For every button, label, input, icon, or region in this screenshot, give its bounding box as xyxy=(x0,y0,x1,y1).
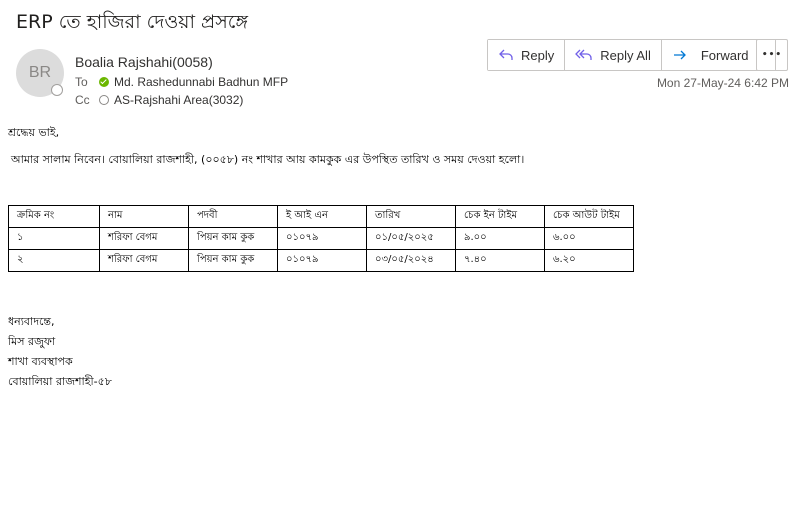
header-cell: নাম xyxy=(99,205,189,228)
cc-recipient[interactable]: AS-Rajshahi Area(3032) xyxy=(114,93,243,107)
table-cell: ০৩/০৫/২০২৪ xyxy=(366,249,456,272)
email-subject: ERP তে হাজিরা দেওয়া প্রসঙ্গে xyxy=(16,11,249,33)
cc-label: Cc xyxy=(75,93,90,107)
avatar-initials: BR xyxy=(28,64,52,81)
table-header-row: ক্রমিক নং নাম পদবী ই আই এন তারিখ চেক ইন … xyxy=(8,205,634,228)
to-row: To Md. Rashedunnabi Badhun MFP xyxy=(75,75,288,89)
signature-name: মিস রজুফা xyxy=(8,335,56,348)
cc-row: Cc AS-Rajshahi Area(3032) xyxy=(75,93,243,107)
table-cell: ৭.৪০ xyxy=(455,249,545,272)
table-cell: ১ xyxy=(8,227,100,250)
reply-icon xyxy=(499,49,513,60)
email-body: শ্রদ্ধেয় ভাই, আমার সালাম নিবেন। বোয়ালি… xyxy=(8,124,524,170)
more-icon: ••• xyxy=(761,50,783,60)
table-cell: ২ xyxy=(8,249,100,272)
reply-button[interactable]: Reply xyxy=(488,40,566,70)
presence-available-icon xyxy=(99,77,109,87)
table-cell: ৬.০০ xyxy=(544,227,634,250)
table-cell: পিয়ন কাম কুক xyxy=(188,249,278,272)
header-cell: চেক আউট টাইম xyxy=(544,205,634,228)
reply-label: Reply xyxy=(521,47,555,63)
table-cell: শরিফা বেগম xyxy=(99,227,189,250)
to-label: To xyxy=(75,75,88,89)
signature-branch: বোয়ালিয়া রাজশাহী-৫৮ xyxy=(8,375,112,388)
to-recipient[interactable]: Md. Rashedunnabi Badhun MFP xyxy=(114,75,288,89)
forward-label: Forward xyxy=(700,47,749,63)
header-cell: ই আই এন xyxy=(277,205,367,228)
message-actions: Reply Reply All Forward xyxy=(487,39,776,71)
greeting-text: শ্রদ্ধেয় ভাই, xyxy=(8,126,60,139)
table-cell: ৬.২০ xyxy=(544,249,634,272)
more-actions-button[interactable]: ••• xyxy=(756,39,788,71)
reply-all-icon xyxy=(575,49,592,60)
table-row: ২ শরিফা বেগম পিয়ন কাম কুক ০১০৭৯ ০৩/০৫/২… xyxy=(8,249,634,272)
signature-closing: ধন্যবাদন্তে, xyxy=(8,315,55,328)
header-cell: তারিখ xyxy=(366,205,456,228)
presence-status-icon xyxy=(51,84,63,96)
signature-block: ধন্যবাদন্তে, মিস রজুফা শাখা ব্যবস্থাপক ব… xyxy=(8,312,112,392)
table-cell: ০১০৭৯ xyxy=(277,227,367,250)
reply-all-label: Reply All xyxy=(600,47,651,63)
forward-arrow-icon xyxy=(673,50,686,60)
table-cell: ০১/০৫/২০২৫ xyxy=(366,227,456,250)
table-cell: ০১০৭৯ xyxy=(277,249,367,272)
header-cell: পদবী xyxy=(188,205,278,228)
table-row: ১ শরিফা বেগম পিয়ন কাম কুক ০১০৭৯ ০১/০৫/২… xyxy=(8,227,634,250)
signature-title: শাখা ব্যবস্থাপক xyxy=(8,355,73,368)
table-cell: শরিফা বেগম xyxy=(99,249,189,272)
presence-unknown-icon xyxy=(99,95,109,105)
header-cell: চেক ইন টাইম xyxy=(455,205,545,228)
table-cell: পিয়ন কাম কুক xyxy=(188,227,278,250)
reply-all-button[interactable]: Reply All xyxy=(565,40,662,70)
header-cell: ক্রমিক নং xyxy=(8,205,100,228)
sender-name[interactable]: Boalia Rajshahi(0058) xyxy=(75,54,213,70)
table-cell: ৯.০০ xyxy=(455,227,545,250)
attendance-table: ক্রমিক নং নাম পদবী ই আই এন তারিখ চেক ইন … xyxy=(8,205,634,272)
intro-text: আমার সালাম নিবেন। বোয়ালিয়া রাজশাহী, (০… xyxy=(11,153,525,166)
message-timestamp: Mon 27-May-24 6:42 PM xyxy=(656,76,789,90)
